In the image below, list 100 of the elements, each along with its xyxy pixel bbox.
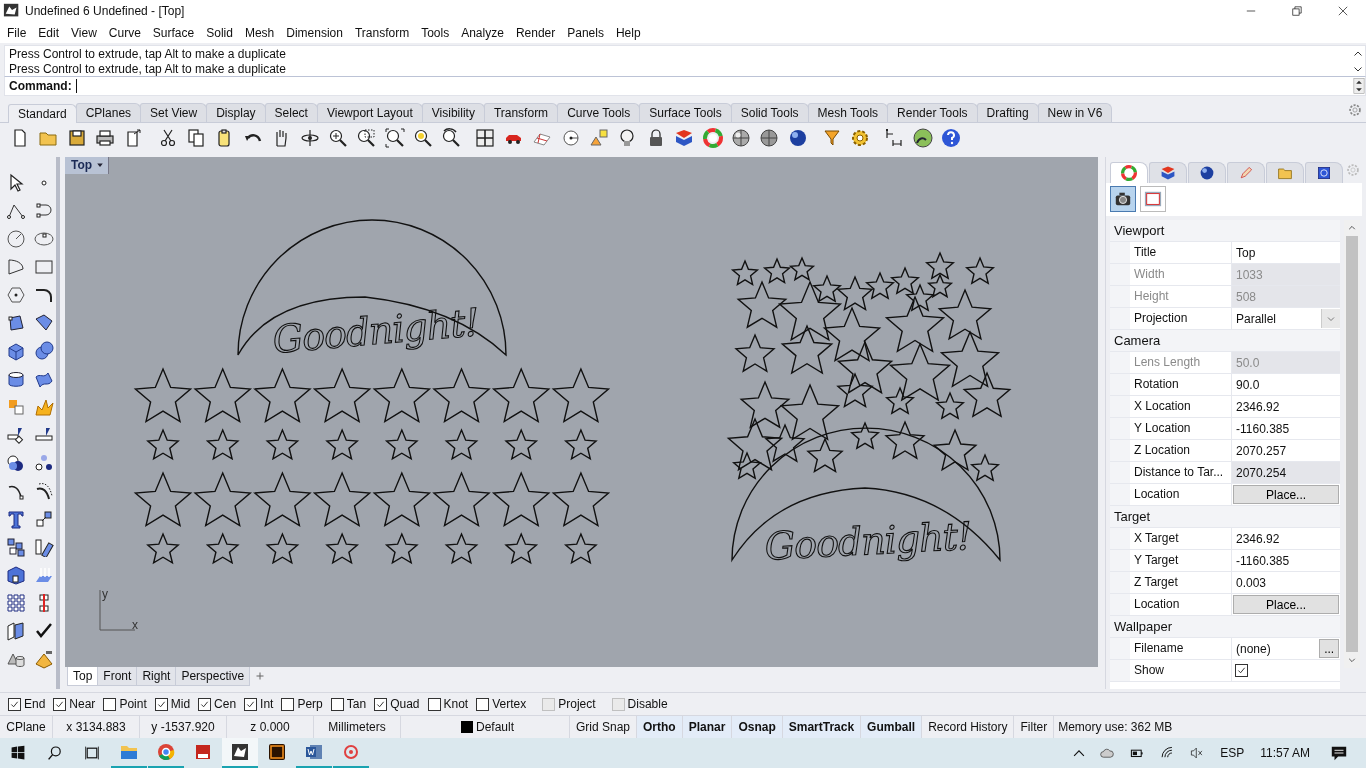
menu-item[interactable]: Surface bbox=[147, 25, 202, 40]
property-value[interactable]: 2346.92 bbox=[1232, 399, 1341, 414]
arc-icon[interactable] bbox=[6, 257, 26, 277]
property-value[interactable]: -1160.385 bbox=[1232, 421, 1341, 436]
offset-curve-icon[interactable] bbox=[34, 481, 54, 501]
shaded-sphere-icon[interactable] bbox=[731, 128, 751, 148]
array-squares-icon[interactable] bbox=[6, 537, 26, 557]
property-value[interactable]: 2346.92 bbox=[1232, 531, 1341, 546]
cloud-icon[interactable] bbox=[1098, 746, 1117, 760]
save-icon[interactable] bbox=[66, 128, 87, 148]
menu-item[interactable]: Panels bbox=[562, 25, 611, 40]
scrollbar-thumb[interactable] bbox=[1346, 236, 1359, 652]
polygon-icon[interactable] bbox=[6, 285, 26, 305]
t-shape-icon[interactable] bbox=[6, 509, 26, 529]
cylinder-icon[interactable] bbox=[6, 369, 26, 389]
osnap-checkbox[interactable] bbox=[330, 697, 344, 711]
gridded-sphere-icon[interactable] bbox=[759, 128, 780, 148]
clock[interactable]: 11:57 AM bbox=[1260, 746, 1310, 760]
zoom-in-icon[interactable] bbox=[327, 128, 348, 148]
boolean-icon[interactable] bbox=[6, 453, 26, 473]
puzzle-icon[interactable] bbox=[6, 397, 26, 417]
spin-arrows-icon[interactable] bbox=[1353, 78, 1365, 94]
glossy-sphere-icon[interactable] bbox=[787, 128, 808, 148]
viewport-tab[interactable]: Right bbox=[136, 667, 177, 686]
panel-tab[interactable] bbox=[1110, 162, 1148, 183]
grid-array-icon[interactable] bbox=[6, 593, 26, 613]
settings-icon[interactable] bbox=[1348, 103, 1362, 117]
rectangle-icon[interactable] bbox=[34, 257, 54, 277]
osnap-checkbox[interactable] bbox=[53, 697, 67, 711]
command-field[interactable]: Command: bbox=[4, 77, 1366, 96]
menu-item[interactable]: Curve bbox=[103, 25, 148, 40]
toolbar-tab[interactable]: Standard bbox=[8, 104, 77, 123]
menu-item[interactable]: Mesh bbox=[239, 25, 282, 40]
notification-icon[interactable] bbox=[1330, 744, 1348, 762]
help-icon[interactable] bbox=[940, 128, 961, 148]
osnap-checkbox[interactable] bbox=[476, 697, 490, 711]
panel-subtab[interactable] bbox=[1140, 186, 1166, 212]
printer-icon[interactable] bbox=[95, 128, 116, 148]
menu-item[interactable]: Solid bbox=[201, 25, 240, 40]
bent-surface-icon[interactable] bbox=[34, 313, 54, 333]
toolbar-tab[interactable]: Mesh Tools bbox=[807, 103, 889, 122]
status-toggle[interactable]: SmartTrack bbox=[782, 716, 862, 738]
status-toggle[interactable]: Osnap bbox=[732, 716, 783, 738]
menu-item[interactable]: Help bbox=[610, 25, 648, 40]
toolbar-tab[interactable]: Set View bbox=[140, 103, 208, 122]
osnap-checkbox[interactable] bbox=[198, 697, 212, 711]
taskbar-app[interactable] bbox=[222, 738, 258, 768]
toolbar-tab[interactable]: Drafting bbox=[976, 103, 1039, 122]
panel-tab[interactable] bbox=[1188, 162, 1226, 183]
osnap-checkbox[interactable] bbox=[374, 697, 388, 711]
task-view-icon[interactable] bbox=[84, 745, 100, 761]
dropdown-caret-icon[interactable] bbox=[96, 161, 105, 169]
panels-icon[interactable] bbox=[6, 621, 26, 641]
menu-item[interactable]: Transform bbox=[349, 25, 417, 40]
circle-icon[interactable] bbox=[6, 229, 26, 249]
osnap-checkbox[interactable] bbox=[8, 697, 21, 711]
osnap-checkbox[interactable] bbox=[154, 697, 168, 711]
toolbar-tab[interactable]: Display bbox=[206, 103, 266, 122]
hollow-box-icon[interactable] bbox=[6, 565, 26, 585]
toolbar-tab[interactable]: Curve Tools bbox=[557, 103, 641, 122]
copy-icon[interactable] bbox=[185, 128, 206, 148]
browse-button[interactable]: ... bbox=[1319, 639, 1340, 658]
add-tab-icon[interactable] bbox=[255, 671, 266, 681]
toolbar-tab[interactable]: Viewport Layout bbox=[316, 103, 423, 122]
funnel-icon[interactable] bbox=[821, 128, 842, 148]
search-icon[interactable] bbox=[47, 745, 63, 761]
menu-item[interactable]: Analyze bbox=[456, 25, 511, 40]
osnap-checkbox[interactable] bbox=[103, 697, 117, 711]
circle-point-icon[interactable] bbox=[560, 128, 581, 148]
toolbar-tab[interactable]: Solid Tools bbox=[730, 103, 809, 122]
property-value[interactable]: 2070.257 bbox=[1232, 443, 1341, 458]
property-value[interactable]: Parallel bbox=[1232, 311, 1322, 326]
restore-icon[interactable] bbox=[1290, 4, 1304, 18]
ellipse-icon[interactable] bbox=[34, 229, 54, 249]
menu-item[interactable]: Tools bbox=[416, 25, 457, 40]
property-value[interactable]: Top bbox=[1232, 245, 1341, 260]
extrude-arrows-icon[interactable] bbox=[34, 565, 54, 585]
property-value[interactable]: 90.0 bbox=[1232, 377, 1341, 392]
orbit-icon[interactable] bbox=[299, 128, 320, 148]
pyramid-icon[interactable] bbox=[34, 649, 54, 669]
panel-subtab[interactable] bbox=[1110, 186, 1136, 212]
four-viewports-icon[interactable] bbox=[475, 128, 496, 148]
close-icon[interactable] bbox=[1336, 4, 1350, 18]
osnap-checkbox[interactable] bbox=[244, 697, 258, 711]
status-toggle[interactable]: Planar bbox=[682, 716, 733, 738]
burst-icon[interactable] bbox=[34, 397, 54, 417]
osnap-checkbox[interactable] bbox=[281, 697, 295, 711]
menu-item[interactable]: File bbox=[2, 25, 34, 40]
toolbar-tab[interactable]: Surface Tools bbox=[639, 103, 732, 122]
place-button[interactable]: Place... bbox=[1233, 595, 1340, 614]
property-value[interactable]: 0.003 bbox=[1232, 575, 1341, 590]
show-checkbox[interactable] bbox=[1235, 664, 1248, 677]
property-value[interactable]: (none) bbox=[1232, 641, 1320, 656]
curve-icon[interactable] bbox=[34, 201, 54, 221]
shapes-icon[interactable] bbox=[589, 128, 610, 148]
menu-item[interactable]: Render bbox=[510, 25, 563, 40]
cube-icon[interactable] bbox=[6, 341, 26, 361]
move-bar-icon[interactable] bbox=[34, 537, 54, 557]
toolbar-tab[interactable]: Render Tools bbox=[887, 103, 978, 122]
zoom-selected-icon[interactable] bbox=[413, 128, 434, 148]
